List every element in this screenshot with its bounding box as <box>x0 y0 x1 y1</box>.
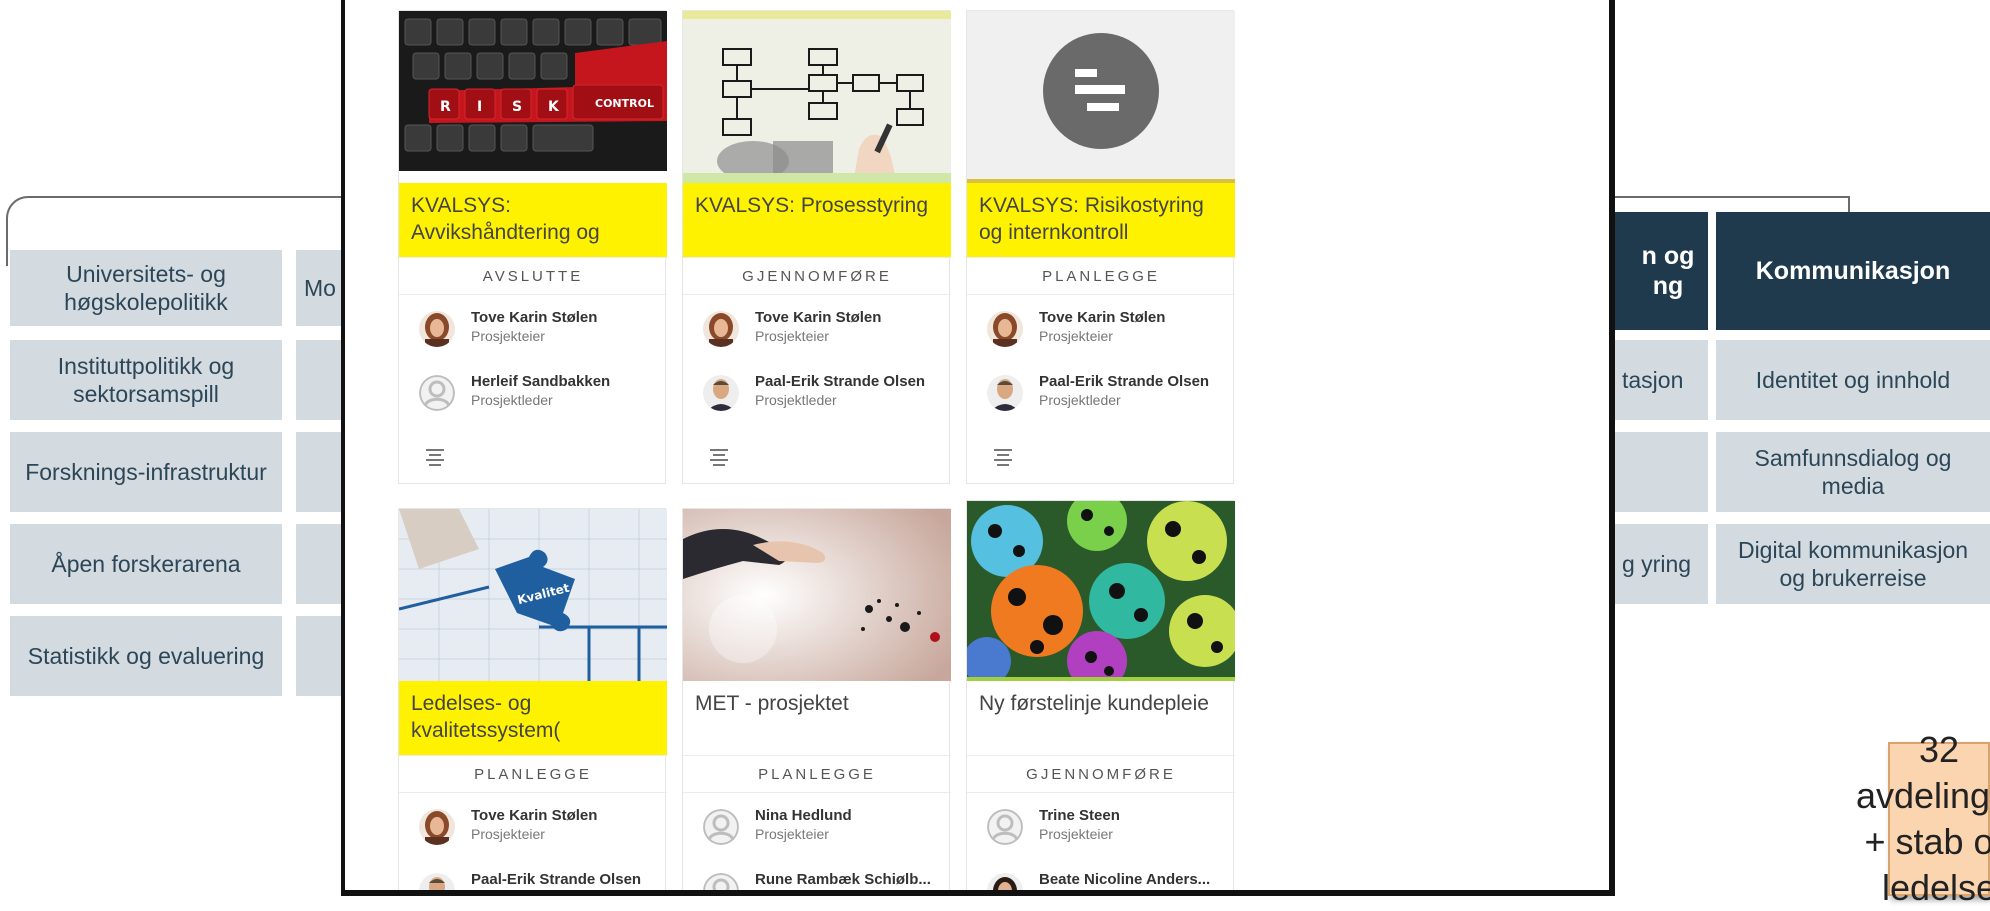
person-name: Tove Karin Stølen <box>471 309 598 326</box>
project-phase: AVSLUTTE <box>399 257 667 295</box>
project-owner[interactable]: Trine Steen Prosjekteier <box>987 805 1227 853</box>
project-phase: PLANLEGGE <box>399 755 667 793</box>
project-manager[interactable]: Herleif Sandbakken Prosjektleder <box>419 371 659 419</box>
person-role: Prosjektleder <box>471 392 553 408</box>
person-role: Prosjekteier <box>755 328 829 344</box>
project-image-hand-touch <box>683 509 951 681</box>
project-manager[interactable]: Paal-Erik Strande Olsen <box>419 869 659 890</box>
project-owner[interactable]: Tove Karin Stølen Prosjekteier <box>703 307 943 355</box>
person-role: Prosjekteier <box>1039 826 1113 842</box>
project-card-risikostyring[interactable]: KVALSYS: Risikostyring og internkontroll… <box>966 10 1235 484</box>
project-manager[interactable]: Beate Nicoline Anders... <box>987 869 1227 890</box>
org-unit-statistikk: Statistikk og evaluering <box>10 616 282 696</box>
org-unit-partial-top: Mo <box>296 250 346 326</box>
org-unit-forskningsinfrastruktur: Forsknings-infrastruktur <box>10 432 282 512</box>
person-role: Prosjekteier <box>755 826 829 842</box>
project-owner[interactable]: Tove Karin Stølen Prosjekteier <box>419 307 659 355</box>
project-phase: PLANLEGGE <box>967 257 1235 295</box>
person-role: Prosjektleder <box>755 392 837 408</box>
avatar <box>419 873 455 890</box>
avatar <box>987 311 1023 347</box>
person-name: Tove Karin Stølen <box>471 807 598 824</box>
project-phase: PLANLEGGE <box>683 755 951 793</box>
project-title[interactable]: KVALSYS: Prosesstyring <box>683 183 951 257</box>
person-name: Tove Karin Stølen <box>1039 309 1166 326</box>
person-name: Rune Rambæk Schiølb... <box>755 871 931 888</box>
project-phase: GJENNOMFØRE <box>967 755 1235 793</box>
project-image-risk-keyboard: R I S K CONTROL <box>399 11 667 183</box>
org-unit-universitetspolitikk: Universitets- og høgskolepolitikk <box>10 250 282 326</box>
org-unit-instituttpolitikk: Instituttpolitikk og sektorsamspill <box>10 340 282 420</box>
person-name: Paal-Erik Strande Olsen <box>1039 373 1210 390</box>
project-manager[interactable]: Paal-Erik Strande Olsen Prosjektleder <box>987 371 1227 419</box>
avatar <box>987 873 1023 890</box>
project-title[interactable]: Ledelses- og kvalitetssystem( <box>399 681 667 755</box>
project-manager[interactable]: Paal-Erik Strande Olsen Prosjektleder <box>703 371 943 419</box>
project-owner[interactable]: Nina Hedlund Prosjekteier <box>703 805 943 853</box>
default-avatar-icon <box>703 809 739 845</box>
project-title[interactable]: MET - prosjektet <box>683 681 951 755</box>
org-unit-samfunnsdialog: Samfunnsdialog og media <box>1716 432 1990 512</box>
person-name: Beate Nicoline Anders... <box>1039 871 1211 888</box>
person-name: Paal-Erik Strande Olsen <box>755 373 926 390</box>
person-role: Prosjekteier <box>471 826 545 842</box>
person-role: Prosjekteier <box>471 328 545 344</box>
org-unit-identitet: Identitet og innhold <box>1716 340 1990 420</box>
person-name: Trine Steen <box>1039 807 1120 824</box>
project-card-forstelinje[interactable]: Ny førstelinje kundepleie GJENNOMFØRE Tr… <box>966 500 1235 890</box>
risk-key-i: I <box>477 99 482 115</box>
project-portfolio-window: R I S K CONTROL KVALSYS: Avvikshåndterin… <box>341 0 1615 896</box>
risk-key-r: R <box>440 99 451 115</box>
org-unit-partial <box>296 432 346 512</box>
org-unit-partial <box>296 340 346 420</box>
org-unit-partial <box>296 616 346 696</box>
project-title[interactable]: Ny førstelinje kundepleie <box>967 681 1235 755</box>
project-image-puzzle: Kvalitet <box>399 509 667 681</box>
person-name: Tove Karin Stølen <box>755 309 882 326</box>
org-unit-apen-forskerarena: Åpen forskerarena <box>10 524 282 604</box>
project-card-avvikshandtering[interactable]: R I S K CONTROL KVALSYS: Avvikshåndterin… <box>398 10 667 484</box>
text-lines-icon[interactable] <box>707 447 731 467</box>
project-phase: GJENNOMFØRE <box>683 257 951 295</box>
risk-key-k: K <box>548 99 560 115</box>
project-image-polka-spheres <box>967 501 1235 681</box>
org-unit-partial-right: tasjon <box>1614 340 1708 420</box>
avatar <box>703 311 739 347</box>
default-avatar-icon <box>419 375 455 411</box>
default-avatar-icon <box>987 809 1023 845</box>
person-role: Prosjektleder <box>1039 392 1121 408</box>
project-owner[interactable]: Tove Karin Stølen Prosjekteier <box>987 307 1227 355</box>
person-name: Herleif Sandbakken <box>471 373 611 390</box>
risk-key-control: CONTROL <box>595 97 654 110</box>
text-lines-icon[interactable] <box>991 447 1015 467</box>
avatar <box>987 375 1023 411</box>
project-image-placeholder <box>967 11 1235 183</box>
project-image-process-diagram <box>683 11 951 183</box>
risk-key-s: S <box>512 99 522 115</box>
departments-info-box: 32 avdelinger + stab og ledelse <box>1855 729 1990 908</box>
project-card-prosesstyring[interactable]: KVALSYS: Prosesstyring GJENNOMFØRE Tove … <box>682 10 951 484</box>
person-role: Prosjekteier <box>1039 328 1113 344</box>
avatar <box>419 311 455 347</box>
avatar <box>703 375 739 411</box>
project-card-met[interactable]: MET - prosjektet PLANLEGGE Nina Hedlund … <box>682 508 951 890</box>
project-title[interactable]: KVALSYS: Risikostyring og internkontroll <box>967 183 1235 257</box>
project-owner[interactable]: Tove Karin Stølen Prosjekteier <box>419 805 659 853</box>
project-card-ledelsessystem[interactable]: Kvalitet Ledelses- og kvalitetssystem( P… <box>398 508 667 890</box>
project-title[interactable]: KVALSYS: Avvikshåndtering og <box>399 183 667 257</box>
project-manager[interactable]: Rune Rambæk Schiølb... <box>703 869 943 890</box>
default-avatar-icon <box>703 873 739 890</box>
person-name: Nina Hedlund <box>755 807 852 824</box>
org-unit-partial-right: g yring <box>1614 524 1708 604</box>
org-unit-partial <box>296 524 346 604</box>
avatar <box>419 809 455 845</box>
org-header-kommunikasjon: Kommunikasjon <box>1716 212 1990 330</box>
person-name: Paal-Erik Strande Olsen <box>471 871 642 888</box>
org-unit-digital-kommunikasjon: Digital kommunikasjon og brukerreise <box>1716 524 1990 604</box>
text-lines-icon[interactable] <box>423 447 447 467</box>
org-header-partial: n og ng <box>1614 212 1708 330</box>
org-unit-partial-right <box>1614 432 1708 512</box>
